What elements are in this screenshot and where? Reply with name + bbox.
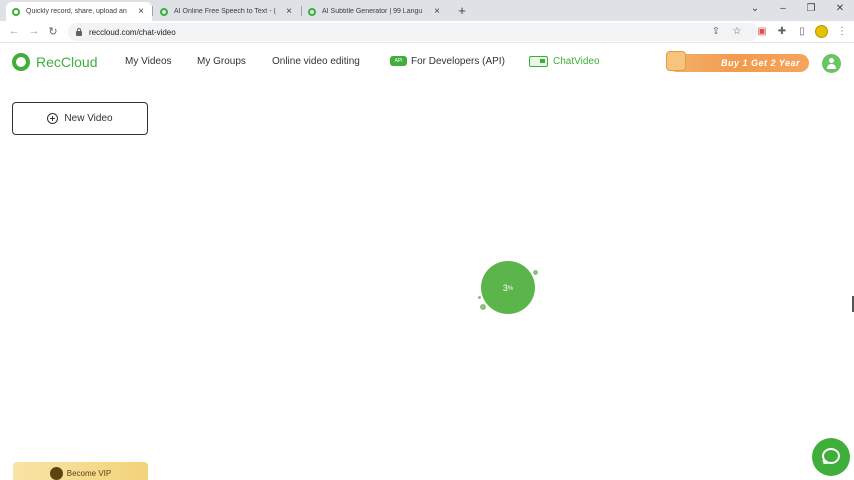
tab-reccloud[interactable]: Quickly record, share, upload an × xyxy=(6,2,152,21)
close-icon[interactable]: × xyxy=(136,6,146,17)
extension-icon[interactable]: ▣ xyxy=(756,26,768,37)
site-header: RecCloud My Videos My Groups Online vide… xyxy=(0,44,854,80)
profile-avatar[interactable] xyxy=(815,25,828,38)
new-video-label: New Video xyxy=(64,113,113,124)
tab-title: AI Online Free Speech to Text - ( xyxy=(174,8,276,15)
new-tab-button[interactable]: + xyxy=(455,3,469,18)
tab-divider xyxy=(152,6,153,16)
chat-support-icon[interactable] xyxy=(812,438,850,476)
reload-icon[interactable]: ↻ xyxy=(47,25,59,38)
gift-icon xyxy=(666,51,686,71)
chatvideo-icon xyxy=(529,56,548,67)
star-icon[interactable]: ☆ xyxy=(731,26,743,37)
close-icon[interactable]: × xyxy=(284,6,294,17)
browser-tab-strip: Quickly record, share, upload an × AI On… xyxy=(0,0,854,21)
loader-dot xyxy=(478,296,481,299)
nav-for-developers[interactable]: For Developers (API) xyxy=(411,56,505,67)
tab-title: AI Subtitle Generator | 99 Langu xyxy=(322,8,423,15)
share-icon[interactable]: ⇪ xyxy=(710,26,722,37)
api-badge-icon: API xyxy=(390,56,407,66)
lock-icon xyxy=(76,27,82,36)
chevron-down-icon[interactable]: ⌄ xyxy=(748,3,762,14)
loader-dot xyxy=(533,270,538,275)
nav-chatvideo[interactable]: ChatVideo xyxy=(553,56,600,67)
window-close-icon[interactable]: ✕ xyxy=(833,3,847,14)
reccloud-favicon-icon xyxy=(308,7,316,16)
more-menu-icon[interactable]: ⋮ xyxy=(836,26,848,37)
nav-my-videos[interactable]: My Videos xyxy=(125,56,172,67)
puzzle-icon[interactable]: ✚ xyxy=(776,26,788,37)
browser-toolbar: ← → ↻ reccloud.com/chat-video ⇪ ☆ ▣ ✚ ▯ … xyxy=(0,21,854,43)
new-video-button[interactable]: New Video xyxy=(12,102,148,135)
progress-unit: % xyxy=(507,285,514,292)
restore-icon[interactable]: ❐ xyxy=(804,3,818,14)
become-vip-label: Become VIP xyxy=(66,469,112,478)
crown-icon xyxy=(49,467,63,480)
tab-title: Quickly record, share, upload an xyxy=(26,8,127,15)
forward-icon[interactable]: → xyxy=(28,25,40,37)
brand-name: RecCloud xyxy=(36,54,98,70)
reccloud-favicon-icon xyxy=(12,7,20,16)
minimize-icon[interactable]: – xyxy=(776,3,790,14)
promo-banner[interactable]: Buy 1 Get 2 Year xyxy=(668,54,809,72)
user-account-icon[interactable] xyxy=(822,54,841,73)
back-icon[interactable]: ← xyxy=(8,25,20,37)
upload-progress-indicator: 3% xyxy=(481,261,535,314)
become-vip-button[interactable]: Become VIP xyxy=(13,462,148,480)
brand-logo[interactable]: RecCloud xyxy=(12,53,97,71)
loader-dot xyxy=(480,304,486,310)
address-bar[interactable]: reccloud.com/chat-video xyxy=(68,23,758,41)
tab-subtitle-generator[interactable]: AI Subtitle Generator | 99 Langu × xyxy=(302,2,448,21)
side-panel-icon[interactable]: ▯ xyxy=(796,26,808,37)
nav-my-groups[interactable]: My Groups xyxy=(197,56,246,67)
reccloud-logo-icon xyxy=(12,53,30,71)
nav-online-video-editing[interactable]: Online video editing xyxy=(272,56,360,67)
close-icon[interactable]: × xyxy=(432,6,442,17)
plus-circle-icon xyxy=(47,113,59,124)
tab-speech-to-text[interactable]: AI Online Free Speech to Text - ( × xyxy=(154,2,300,21)
url-text: reccloud.com/chat-video xyxy=(89,27,176,37)
reccloud-favicon-icon xyxy=(160,7,168,16)
